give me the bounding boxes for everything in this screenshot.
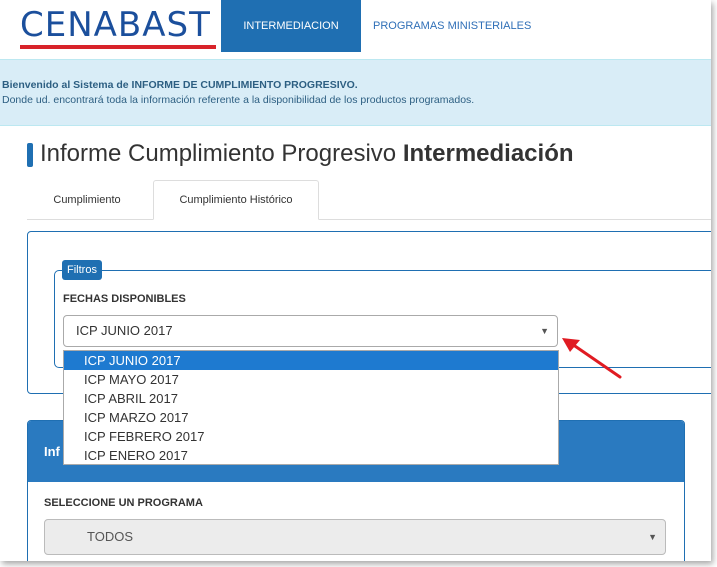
program-label: SELECCIONE UN PROGRAMA [44,497,203,509]
nav-programas-ministeriales[interactable]: PROGRAMAS MINISTERIALES [373,0,531,52]
dropdown-option[interactable]: ICP ENERO 2017 [64,446,558,465]
dropdown-option[interactable]: ICP JUNIO 2017 [64,351,558,370]
dropdown-option[interactable]: ICP MAYO 2017 [64,370,558,389]
app-window: CENABAST INTERMEDIACION PROGRAMAS MINIST… [0,0,711,561]
dropdown-option[interactable]: ICP FEBRERO 2017 [64,427,558,446]
dates-label: FECHAS DISPONIBLES [63,293,186,305]
cenabast-logo[interactable]: CENABAST [20,4,211,46]
tab-cumplimiento[interactable]: Cumplimiento [27,180,147,220]
banner-description: Donde ud. encontrará toda la información… [2,94,475,106]
chevron-down-icon: ▼ [540,326,549,336]
dates-select[interactable]: ICP JUNIO 2017 ▼ [63,315,558,347]
program-select-value: TODOS [87,529,133,544]
logo-underline [20,45,216,49]
tab-cumplimiento-historico[interactable]: Cumplimiento Histórico [153,180,319,220]
page-title: Informe Cumplimiento Progresivo Intermed… [40,140,574,168]
title-accent-bar [27,143,33,167]
program-panel-title: Inf [44,444,60,459]
dropdown-option[interactable]: ICP MARZO 2017 [64,408,558,427]
top-header: CENABAST INTERMEDIACION PROGRAMAS MINIST… [0,0,711,52]
chevron-down-icon: ▼ [648,532,657,542]
filters-legend: Filtros [62,260,102,280]
nav-intermediacion[interactable]: INTERMEDIACION [221,0,361,52]
annotation-arrow-icon [562,338,622,379]
dropdown-option[interactable]: ICP ABRIL 2017 [64,389,558,408]
page-title-regular: Informe Cumplimiento Progresivo [40,140,403,167]
page-title-bold: Intermediación [402,140,574,167]
banner-welcome: Bienvenido al Sistema de INFORME DE CUMP… [2,79,358,91]
dates-select-value: ICP JUNIO 2017 [76,323,173,338]
info-banner: Bienvenido al Sistema de INFORME DE CUMP… [0,59,711,126]
program-select[interactable]: TODOS ▼ [44,519,666,555]
dates-dropdown-list: ICP JUNIO 2017 ICP MAYO 2017 ICP ABRIL 2… [63,350,559,465]
